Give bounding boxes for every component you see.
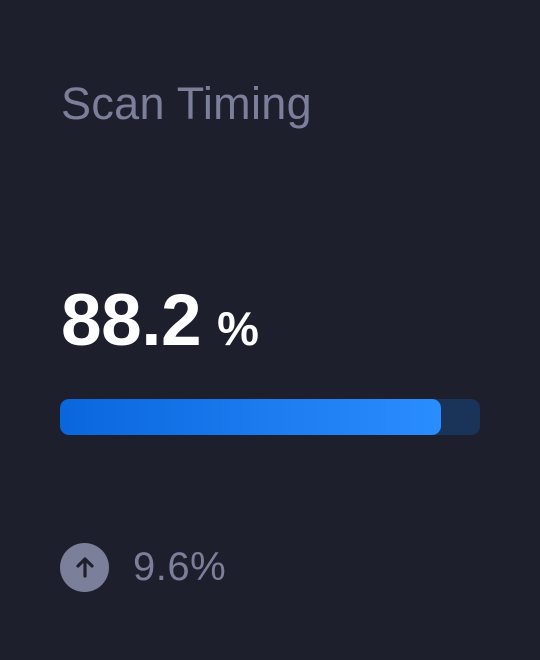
metric-unit: %	[217, 302, 259, 355]
card-title: Scan Timing	[61, 78, 312, 129]
metric-value: 88.2	[61, 280, 202, 361]
progress-bar-track	[60, 399, 480, 435]
metric-readout: 88.2 %	[61, 278, 259, 372]
arrow-up-icon	[60, 542, 109, 592]
trend-value: 9.6%	[133, 545, 227, 589]
progress-bar-fill	[60, 399, 442, 435]
trend-indicator: 9.6%	[60, 539, 226, 595]
scan-timing-card: Scan Timing 88.2 % 9.6%	[0, 0, 540, 660]
